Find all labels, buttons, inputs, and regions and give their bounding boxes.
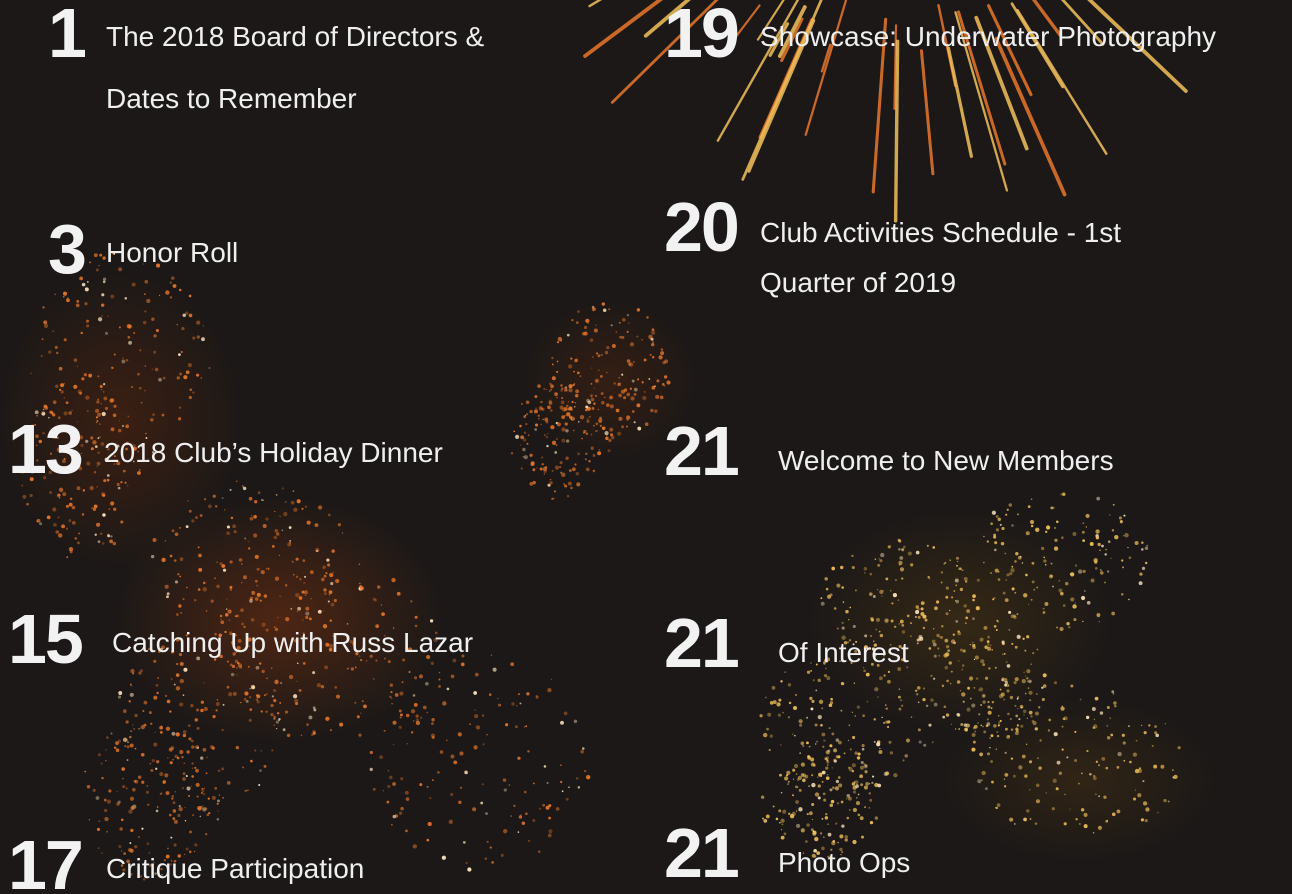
toc-page-number: 15	[8, 600, 84, 678]
toc-entry-21-welcome[interactable]: 21 Welcome to New Members	[664, 416, 1292, 492]
toc-title[interactable]: Catching Up with Russ Lazar	[112, 612, 473, 674]
toc-title[interactable]: Of Interest	[778, 622, 909, 684]
toc-page-number: 17	[8, 826, 84, 894]
toc-page-number: 3	[48, 210, 87, 288]
toc-page-number: 1	[48, 0, 87, 72]
toc-title[interactable]: The 2018 Board of Directors & Dates to R…	[106, 6, 546, 130]
toc-title[interactable]: Photo Ops	[778, 832, 910, 894]
toc-entry-1[interactable]: 1 The 2018 Board of Directors & Dates to…	[48, 0, 568, 130]
toc-title[interactable]: 2018 Club’s Holiday Dinner	[104, 422, 443, 484]
toc-page-number: 19	[664, 0, 740, 72]
toc-page-number: 20	[664, 188, 740, 266]
toc-entry-21-photo-ops[interactable]: 21 Photo Ops	[664, 818, 1292, 894]
toc-entry-3[interactable]: 3 Honor Roll	[48, 214, 568, 284]
toc-entry-13[interactable]: 13 2018 Club’s Holiday Dinner	[8, 414, 568, 484]
toc-page-number: 21	[664, 604, 740, 682]
toc-title[interactable]: Honor Roll	[106, 222, 238, 284]
toc-title[interactable]: Showcase: Underwater Photography	[760, 6, 1288, 68]
toc-page-number: 13	[8, 410, 84, 488]
toc-title[interactable]: Welcome to New Members	[778, 430, 1114, 492]
toc-page-number: 21	[664, 814, 740, 892]
toc-entry-15[interactable]: 15 Catching Up with Russ Lazar	[8, 604, 568, 674]
toc-entry-21-interest[interactable]: 21 Of Interest	[664, 608, 1292, 684]
toc-title[interactable]: Club Activities Schedule - 1st Quarter o…	[760, 208, 1200, 308]
toc-entry-19[interactable]: 19 Showcase: Underwater Photography	[664, 0, 1292, 68]
toc-entry-20[interactable]: 20 Club Activities Schedule - 1st Quarte…	[664, 192, 1292, 308]
toc-entry-17[interactable]: 17 Critique Participation	[8, 830, 568, 894]
toc-page-number: 21	[664, 412, 740, 490]
toc-title[interactable]: Critique Participation	[106, 838, 364, 894]
